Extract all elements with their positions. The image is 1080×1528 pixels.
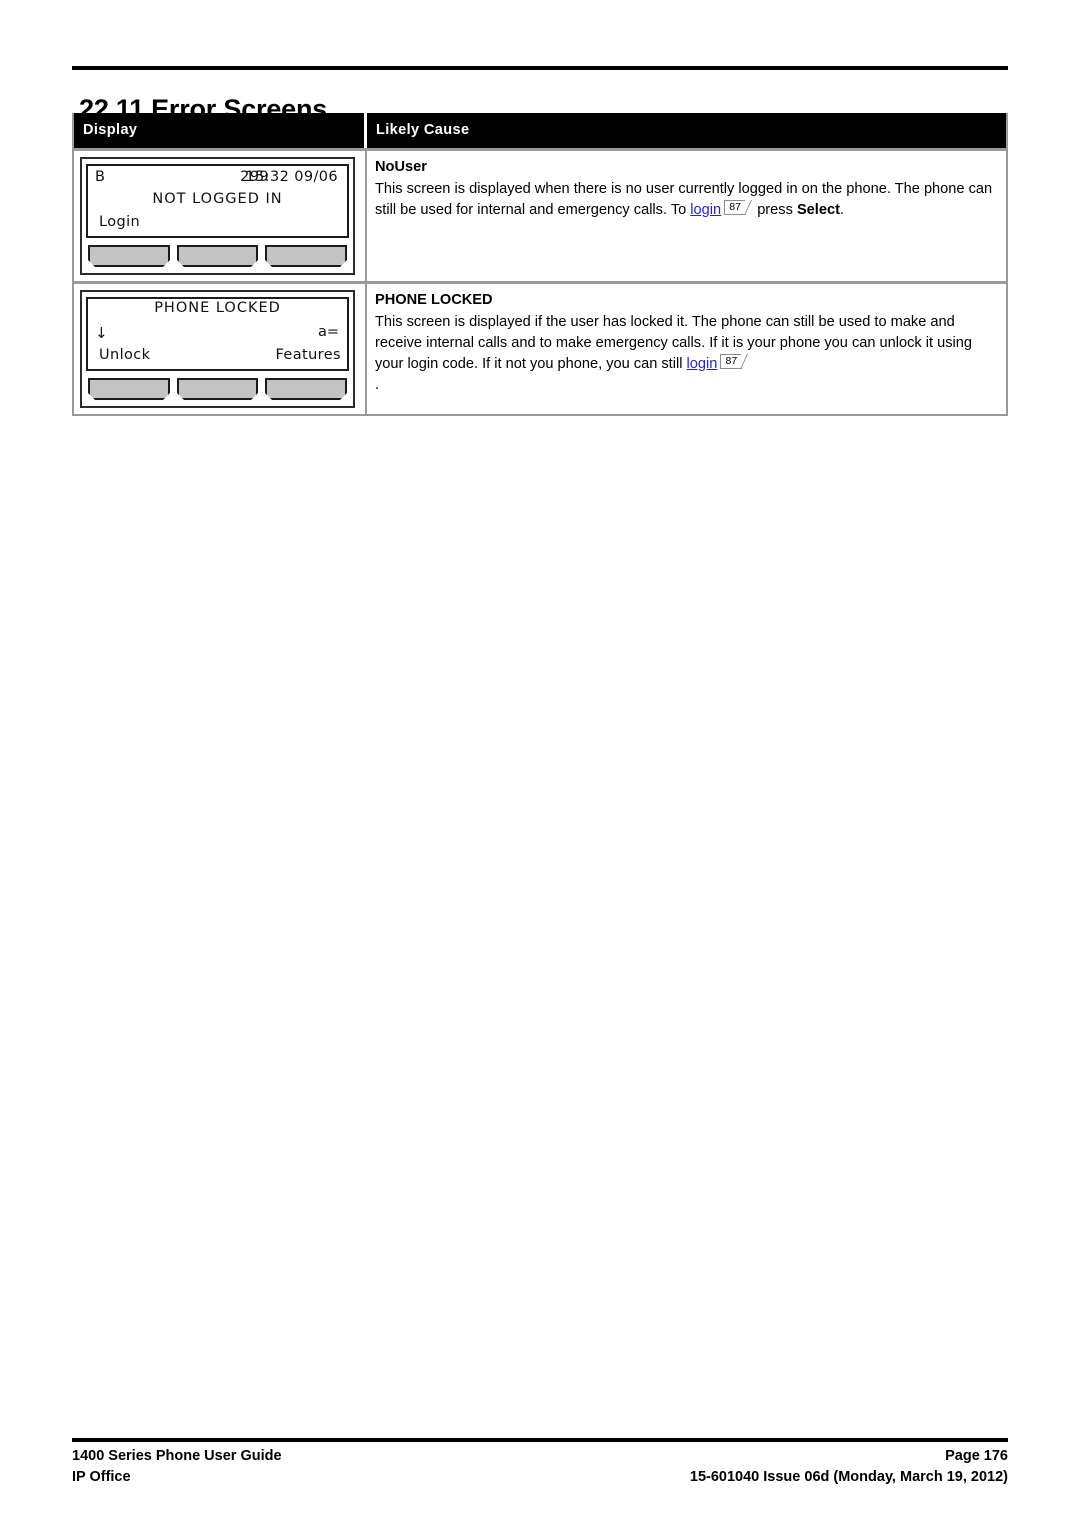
error-screens-table: Display Likely Cause B 299 15:32 09/06 N… [72,113,1008,416]
cause-body: This screen is displayed if the user has… [375,312,996,396]
heading-rule [72,66,1008,70]
softkey-button-3 [265,378,348,400]
document-page: 22.11 Error Screens Display Likely Cause … [0,0,1080,1528]
footer-rule [72,1438,1008,1442]
cause-title: NoUser [375,159,427,175]
table-row: PHONE LOCKED ↓ a= Unlock Features PHONE … [74,281,1006,414]
display-cell: B 299 15:32 09/06 NOT LOGGED IN Login [74,151,367,281]
table-row: B 299 15:32 09/06 NOT LOGGED IN Login No… [74,148,1006,281]
softkey-button-2 [176,378,259,400]
cross-reference-link-login[interactable]: login [687,356,718,372]
cause-text-part3: . [839,201,844,218]
footer-guide-title: 1400 Series Phone User Guide [72,1448,282,1464]
cause-text-part3: . [375,376,380,393]
cause-text-part2: press [753,201,797,218]
softkey-row [86,378,349,400]
softkey-row [86,245,349,267]
cause-text-part1: This screen is displayed if the user has… [375,313,973,372]
softkey-button-2 [176,245,259,267]
footer-line-1: 1400 Series Phone User Guide Page 176 [72,1446,1008,1467]
cause-body: This screen is displayed when there is n… [375,179,996,221]
softkey-button-3 [265,245,348,267]
screen-softkey-label-login: Login [99,214,141,230]
page-footer: 1400 Series Phone User Guide Page 176 IP… [72,1446,1008,1488]
down-arrow-icon: ↓ [95,324,108,342]
display-cell: PHONE LOCKED ↓ a= Unlock Features [74,284,367,414]
cause-text-part1: This screen is displayed when there is n… [375,180,993,218]
footer-page-number: Page 176 [945,1448,1008,1464]
likely-cause-cell: PHONE LOCKED This screen is displayed if… [367,284,1006,414]
screen-softkey-label-unlock: Unlock [99,347,151,363]
page-reference-icon[interactable]: 87 [720,353,749,370]
screen-line-call-appearance: B [95,169,106,185]
footer-product-name: IP Office [72,1469,131,1486]
softkey-button-1 [88,378,170,400]
screen-line-time-date: 15:32 09/06 [245,169,338,185]
screen-softkey-label-features: Features [275,347,341,363]
softkey-button-1 [88,245,170,267]
screen-line-status: PHONE LOCKED [154,300,281,316]
column-header-likely-cause: Likely Cause [367,113,1006,148]
cross-reference-link-login[interactable]: login [690,202,721,218]
screen-line-status: NOT LOGGED IN [152,191,283,207]
phone-screen: B 299 15:32 09/06 NOT LOGGED IN Login [86,164,349,238]
phone-illustration: PHONE LOCKED ↓ a= Unlock Features [80,290,355,408]
column-header-display: Display [74,113,367,148]
likely-cause-cell: NoUser This screen is displayed when the… [367,151,1006,281]
phone-illustration: B 299 15:32 09/06 NOT LOGGED IN Login [80,157,355,275]
footer-issue-info: 15-601040 Issue 06d (Monday, March 19, 2… [689,1469,1008,1486]
page-reference-icon[interactable]: 87 [724,199,753,216]
page-reference-number: 87 [725,354,738,367]
screen-text-mode-indicator: a= [317,324,339,340]
footer-line-2: IP Office 15-601040 Issue 06d (Monday, M… [72,1467,1008,1488]
page-reference-number: 87 [729,200,741,213]
table-header-row: Display Likely Cause [74,113,1006,148]
cause-title: PHONE LOCKED [375,292,493,308]
cause-bold-tail: Select [796,201,840,218]
phone-screen: PHONE LOCKED ↓ a= Unlock Features [86,297,349,371]
